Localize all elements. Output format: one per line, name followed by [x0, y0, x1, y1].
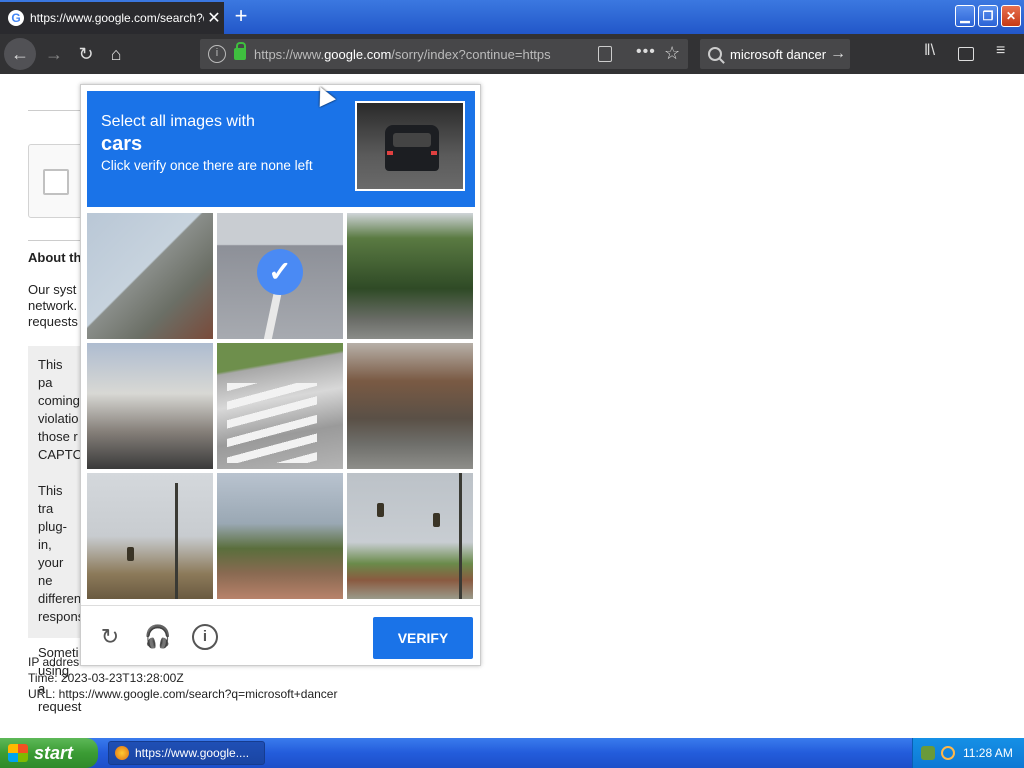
about-text: Our syst network. requests: [28, 282, 78, 329]
browser-toolbar: ← → ↻ ⌂ i https://www.google.com/sorry/i…: [0, 34, 1024, 74]
verify-button[interactable]: VERIFY: [373, 617, 473, 659]
browser-titlebar: G https://www.google.com/search?q ✕ + ▁ …: [0, 0, 1024, 34]
search-bar[interactable]: microsoft dancer →: [700, 39, 850, 69]
back-button[interactable]: ←: [4, 38, 36, 70]
tail-light: [431, 151, 437, 155]
search-go-icon[interactable]: →: [830, 45, 850, 63]
tab-close-icon[interactable]: ✕: [204, 8, 224, 28]
sidebar-icon[interactable]: [958, 47, 974, 61]
clock: 11:28 AM: [963, 746, 1013, 760]
car-shape: [385, 125, 439, 171]
crosswalk: [227, 383, 317, 463]
grid-tile[interactable]: [217, 343, 343, 469]
utility-pole: [459, 473, 462, 599]
info-icon[interactable]: i: [192, 624, 218, 650]
browser-tab[interactable]: G https://www.google.com/search?q ✕: [0, 2, 224, 34]
grid-tile[interactable]: [87, 473, 213, 599]
reload-button[interactable]: ↻: [70, 38, 102, 70]
tab-title: https://www.google.com/search?q: [30, 11, 204, 25]
traffic-light: [127, 547, 134, 561]
headphones-icon[interactable]: 🎧: [144, 624, 171, 650]
search-input[interactable]: microsoft dancer: [730, 47, 830, 62]
checkmark-icon: ✓: [257, 249, 303, 295]
challenge-instruction: Select all images with: [101, 113, 255, 130]
grid-tile[interactable]: [87, 343, 213, 469]
grid-tile-selected[interactable]: ✓: [217, 213, 343, 339]
grid-tile[interactable]: [87, 213, 213, 339]
recaptcha-challenge: Select all images with cars Click verify…: [80, 84, 481, 666]
grid-tile[interactable]: [347, 343, 473, 469]
lock-icon: [234, 42, 246, 60]
grid-tile[interactable]: [347, 213, 473, 339]
search-icon: [708, 47, 722, 61]
taskbar-browser-button[interactable]: https://www.google....: [108, 741, 265, 765]
traffic-light: [433, 513, 440, 527]
forward-button[interactable]: →: [38, 38, 70, 70]
network-icon[interactable]: [921, 746, 935, 760]
timestamp: Time: 2023-03-23T13:28:00Z: [28, 671, 184, 685]
recaptcha-checkbox[interactable]: [43, 169, 69, 195]
start-button[interactable]: start: [0, 738, 98, 768]
search-tray-icon[interactable]: [941, 746, 955, 760]
challenge-footer: ↻ 🎧 i VERIFY: [81, 605, 480, 665]
maximize-button[interactable]: ❐: [978, 5, 998, 27]
new-tab-button[interactable]: +: [230, 4, 252, 28]
windows-flag-icon: [8, 744, 28, 762]
close-window-button[interactable]: ✕: [1001, 5, 1021, 27]
minimize-button[interactable]: ▁: [955, 5, 975, 27]
grid-tile[interactable]: [217, 473, 343, 599]
reader-view-icon[interactable]: [598, 46, 612, 62]
request-url: URL: https://www.google.com/search?q=mic…: [28, 687, 338, 701]
url-text[interactable]: https://www.google.com/sorry/index?conti…: [254, 47, 562, 62]
info-paragraph: This tra plug-in, your ne differen respo…: [38, 483, 85, 624]
windows-taskbar: start https://www.google.... 11:28 AM: [0, 738, 1024, 768]
taskbar-browser-label: https://www.google....: [135, 746, 250, 760]
info-box: This pa coming violatio those r CAPTC Th…: [28, 346, 88, 714]
challenge-header: Select all images with cars Click verify…: [87, 91, 475, 207]
challenge-object: cars: [101, 133, 143, 155]
grid-tile[interactable]: [347, 473, 473, 599]
bookmark-star-icon[interactable]: ☆: [664, 43, 680, 64]
tail-light: [387, 151, 393, 155]
firefox-icon: [115, 746, 129, 760]
image-grid: ✓: [87, 213, 475, 601]
address-bar[interactable]: i https://www.google.com/sorry/index?con…: [200, 39, 688, 69]
hamburger-menu-icon[interactable]: ≡: [996, 42, 1005, 60]
about-heading: About th: [28, 250, 82, 265]
library-icon[interactable]: ‖\: [924, 42, 935, 60]
traffic-light: [377, 503, 384, 517]
challenge-hint: Click verify once there are none left: [101, 158, 313, 173]
page-actions-icon[interactable]: •••: [636, 43, 656, 61]
start-label: start: [34, 742, 74, 763]
divider: [28, 110, 88, 111]
site-info-icon[interactable]: i: [208, 45, 226, 63]
divider: [28, 240, 88, 241]
reload-challenge-icon[interactable]: ↻: [97, 624, 123, 650]
home-button[interactable]: ⌂: [100, 38, 132, 70]
utility-pole: [175, 483, 178, 599]
recaptcha-checkbox-widget: [28, 144, 88, 218]
info-paragraph: This pa coming violatio those r CAPTC: [38, 357, 83, 462]
sample-car-image: [355, 101, 465, 191]
google-favicon-icon: G: [8, 10, 24, 26]
system-tray: 11:28 AM: [912, 738, 1024, 768]
